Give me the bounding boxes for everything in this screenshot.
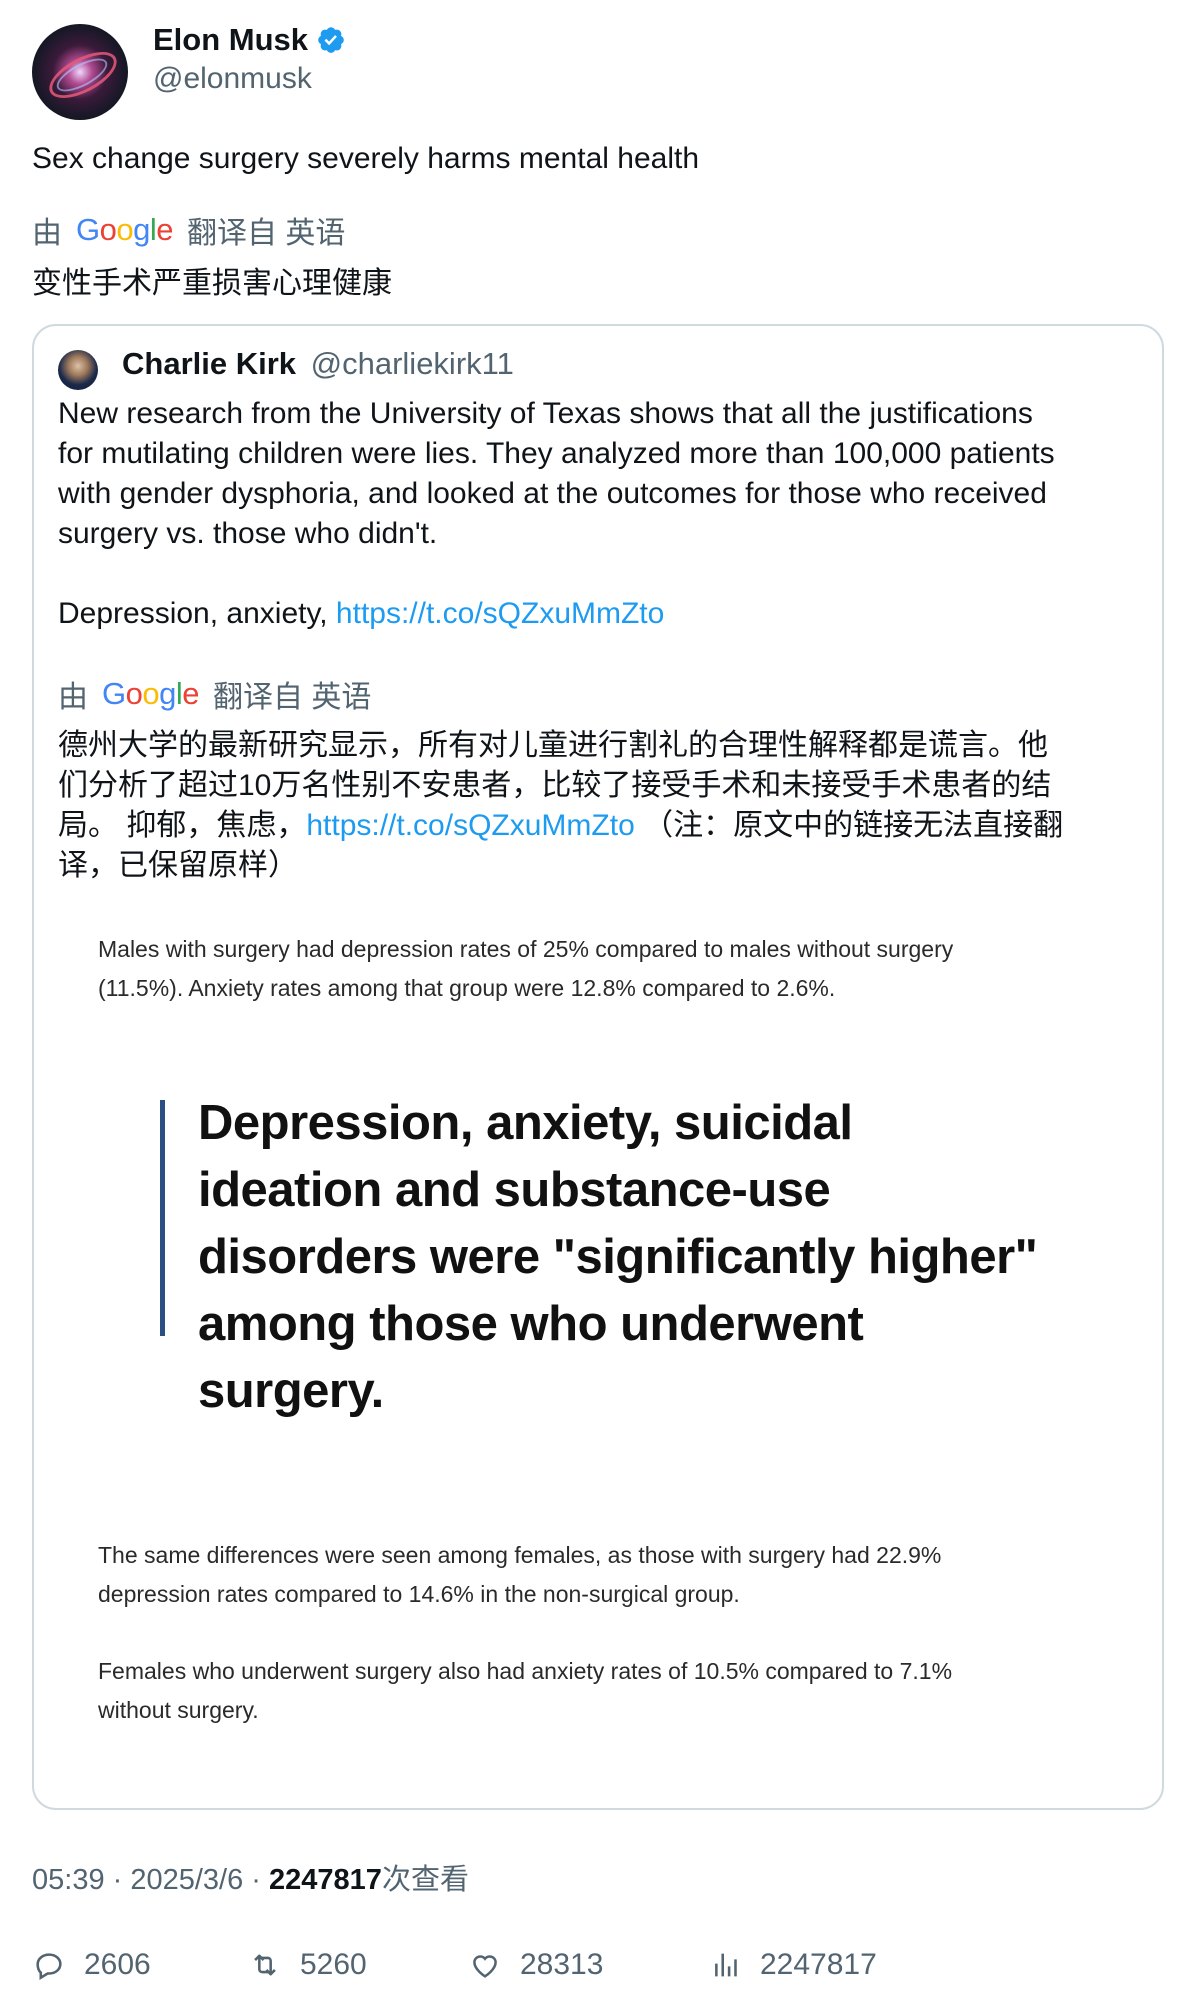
article-paragraph: The same differences were seen among fem… — [98, 1536, 941, 1614]
views-chart-icon — [715, 1953, 737, 1977]
quoted-text-line-2: Depression, anxiety, https://t.co/sQZxuM… — [58, 594, 1138, 634]
views-count: 2247817 — [269, 1864, 382, 1896]
author-handle[interactable]: @elonmusk — [153, 62, 312, 96]
quoted-author-avatar[interactable] — [58, 350, 98, 390]
tweet-time[interactable]: 05:39 — [32, 1864, 105, 1896]
quoted-author-header: Charlie Kirk @charliekirk11 — [122, 346, 514, 382]
quoted-translation-text: 局。 抑郁，焦虑， — [58, 809, 307, 842]
quoted-text-line: with gender dysphoria, and looked at the… — [58, 477, 1047, 510]
meta-separator: · — [243, 1864, 270, 1896]
article-paragraph: Males with surgery had depression rates … — [98, 930, 953, 1008]
views-action-count: 2247817 — [760, 1948, 877, 1981]
author-name[interactable]: Elon Musk — [153, 22, 308, 58]
tweet-date[interactable]: 2025/3/6 — [130, 1864, 243, 1896]
retweet-icon — [254, 1954, 276, 1976]
reply-count: 2606 — [84, 1948, 151, 1981]
reply-icon — [36, 1953, 62, 1981]
retweet-count: 5260 — [300, 1948, 367, 1981]
tweet-text: Sex change surgery severely harms mental… — [32, 142, 700, 175]
quoted-tweet-image[interactable]: Males with surgery had depression rates … — [58, 900, 1138, 1780]
google-logo: Google — [76, 212, 174, 247]
quoted-tweet-link[interactable]: https://t.co/sQZxuMmZto — [336, 597, 664, 630]
action-bar: 2606 5260 28313 2247817 — [32, 1948, 1132, 1988]
article-line: The same differences were seen among fem… — [98, 1542, 942, 1568]
translation-prefix: 由 — [32, 217, 62, 250]
quoted-translation-line: 局。 抑郁，焦虑，https://t.co/sQZxuMmZto （注：原文中的… — [58, 806, 1148, 846]
quoted-author-name[interactable]: Charlie Kirk — [122, 346, 296, 381]
quoted-text-second: Depression, anxiety, — [58, 597, 336, 630]
views-label: 次查看 — [381, 1864, 469, 1896]
translation-attribution: 由 Google 翻译自 英语 — [32, 208, 345, 252]
quoted-translation-line: 们分析了超过10万名性别不安患者，比较了接受手术和未接受手术患者的结 — [58, 769, 1052, 802]
article-line: Females who underwent surgery also had a… — [98, 1658, 953, 1684]
tweet-meta: 05:39 · 2025/3/6 · 2247817次查看 — [32, 1856, 469, 1898]
quoted-tweet-text: New research from the University of Texa… — [58, 394, 1138, 634]
pull-quote-line: among those who underwent — [198, 1297, 864, 1351]
pull-quote: Depression, anxiety, suicidal ideation a… — [198, 1090, 1058, 1425]
article-line: depression rates compared to 14.6% in th… — [98, 1581, 740, 1607]
quoted-text-line: for mutilating children were lies. They … — [58, 437, 1055, 470]
views-button[interactable]: 2247817 — [708, 1948, 877, 1982]
like-count: 28313 — [520, 1948, 604, 1981]
pull-quote-line: surgery. — [198, 1364, 384, 1418]
article-line: without surgery. — [98, 1697, 259, 1723]
pull-quote-bar — [160, 1100, 165, 1336]
quoted-author-handle[interactable]: @charliekirk11 — [311, 346, 514, 381]
meta-separator: · — [104, 1864, 131, 1896]
retweet-button[interactable]: 5260 — [248, 1948, 367, 1982]
article-line: Males with surgery had depression rates … — [98, 936, 954, 962]
quoted-translation-tail: （注：原文中的链接无法直接翻 — [634, 809, 1064, 842]
tweet-translation: 变性手术严重损害心理健康 — [32, 267, 392, 300]
quoted-translation-link[interactable]: https://t.co/sQZxuMmZto — [306, 809, 634, 842]
quoted-translation: 德州大学的最新研究显示，所有对儿童进行割礼的合理性解释都是谎言。他 们分析了超过… — [58, 726, 1148, 886]
pull-quote-line: ideation and substance-use — [198, 1163, 831, 1217]
pull-quote-line: disorders were "significantly higher" — [198, 1230, 1038, 1284]
quoted-translation-line: 译，已保留原样） — [58, 849, 298, 882]
google-logo: Google — [102, 676, 200, 711]
heart-icon — [473, 1955, 497, 1978]
translation-prefix: 由 — [58, 681, 88, 714]
quoted-text-line: New research from the University of Texa… — [58, 397, 1033, 430]
pull-quote-line: Depression, anxiety, suicidal — [198, 1096, 853, 1150]
quoted-translation-line: 德州大学的最新研究显示，所有对儿童进行割礼的合理性解释都是谎言。他 — [58, 729, 1048, 762]
like-button[interactable]: 28313 — [468, 1948, 603, 1982]
quoted-translation-attribution: 由 Google 翻译自 英语 — [58, 672, 371, 716]
reply-button[interactable]: 2606 — [32, 1948, 151, 1982]
translation-suffix: 翻译自 英语 — [213, 681, 372, 714]
author-name-row: Elon Musk — [153, 22, 346, 58]
quoted-text-line: surgery vs. those who didn't. — [58, 517, 438, 550]
article-paragraph: Females who underwent surgery also had a… — [98, 1652, 952, 1730]
translation-suffix: 翻译自 英语 — [187, 217, 346, 250]
verified-badge-icon — [318, 27, 344, 53]
article-line: (11.5%). Anxiety rates among that group … — [98, 975, 836, 1001]
author-avatar[interactable] — [32, 24, 128, 120]
